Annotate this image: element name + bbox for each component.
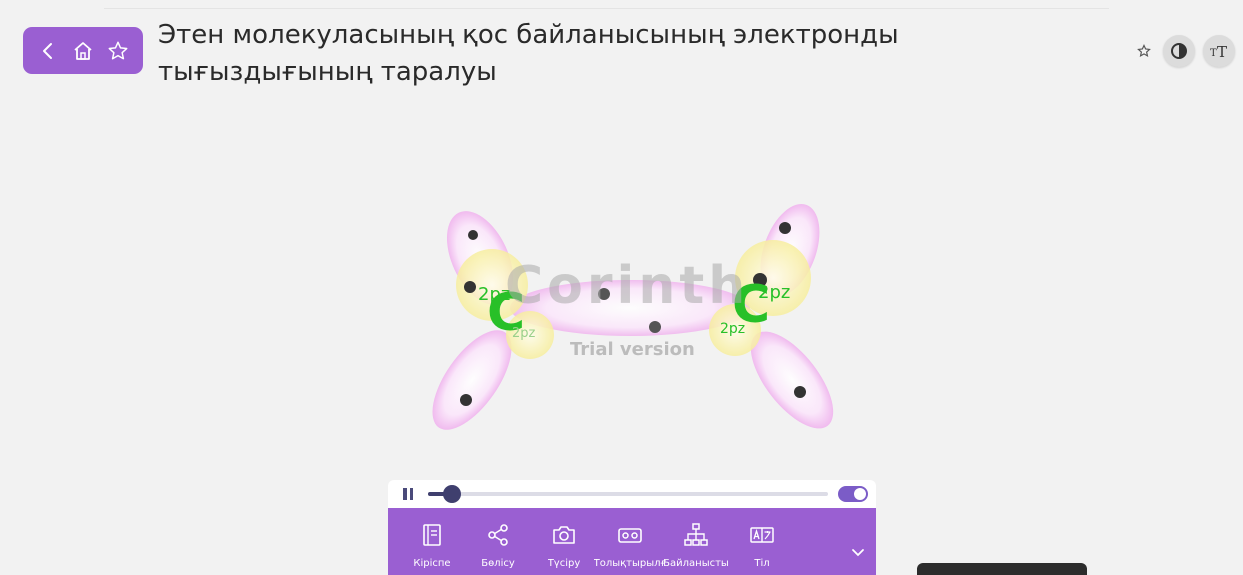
back-button[interactable] xyxy=(34,37,62,65)
svg-text:T: T xyxy=(1217,43,1227,61)
camera-icon xyxy=(553,526,575,544)
header-actions: TT xyxy=(1133,35,1235,67)
home-icon xyxy=(74,41,92,60)
bookmark-button[interactable] xyxy=(1133,40,1155,62)
contrast-button[interactable] xyxy=(1163,35,1195,67)
progress-handle[interactable] xyxy=(443,485,461,503)
watermark: Corinth xyxy=(505,256,750,316)
orbital-label: 2pz xyxy=(720,321,745,337)
toolbar-related-button[interactable]: Байланысты xyxy=(663,508,729,569)
trial-version-label: Trial version xyxy=(570,339,695,360)
orbital-label: 2pz xyxy=(512,326,536,341)
electron xyxy=(460,394,472,406)
chevron-down-icon xyxy=(852,549,864,557)
pause-icon xyxy=(409,488,413,500)
toolbar-label: Байланысты xyxy=(663,558,729,569)
orbital-label: 2pz xyxy=(758,282,790,303)
electron xyxy=(794,386,806,398)
pause-button[interactable] xyxy=(403,488,413,500)
toolbar-ar-button[interactable]: Толықтырылғ xyxy=(594,508,666,569)
star-icon xyxy=(108,41,128,59)
text-size-icon: TT xyxy=(1210,43,1227,61)
nav-pill xyxy=(23,27,143,74)
electron xyxy=(649,321,661,333)
loop-toggle[interactable] xyxy=(838,486,868,502)
contrast-icon xyxy=(1171,43,1187,59)
star-icon xyxy=(1137,44,1151,58)
toolbar-share-button[interactable]: Бөлісу xyxy=(468,508,528,569)
favorite-button[interactable] xyxy=(104,37,132,65)
electron xyxy=(468,230,478,240)
toolbar-label: Бөлісу xyxy=(481,558,515,569)
electron xyxy=(464,281,476,293)
toolbar-expand-button[interactable] xyxy=(848,542,868,562)
toolbar-label: Кіріспе xyxy=(413,558,451,569)
toolbar-label: Түсіру xyxy=(547,558,581,569)
toolbar-intro-button[interactable]: Кіріспе xyxy=(402,508,462,569)
overlay-panel-edge xyxy=(917,563,1087,575)
toolbar-capture-button[interactable]: Түсіру xyxy=(534,508,594,569)
progress-slider[interactable] xyxy=(428,485,828,503)
share-icon xyxy=(488,524,508,546)
page-title: Этен молекуласының қос байланысының элек… xyxy=(158,20,899,87)
svg-text:T: T xyxy=(1210,48,1217,59)
home-button[interactable] xyxy=(69,37,97,65)
back-icon xyxy=(43,42,53,59)
pause-icon xyxy=(403,488,407,500)
electron xyxy=(779,222,791,234)
toolbar-label: Толықтырылғ xyxy=(593,558,667,569)
toolbar-language-button[interactable]: Тіл xyxy=(732,508,792,569)
animation-player xyxy=(388,480,876,508)
toolbar-label: Тіл xyxy=(754,558,770,569)
top-divider xyxy=(104,8,1109,9)
ethene-molecule-view[interactable]: C C 2pz 2pz 2pz 2pz xyxy=(380,190,880,450)
vr-icon xyxy=(618,528,642,543)
text-size-button[interactable]: TT xyxy=(1203,35,1235,67)
language-icon xyxy=(750,527,774,543)
bottom-toolbar: Кіріспе Бөлісу Түсіру Толықтырылғ Байлан… xyxy=(388,508,876,575)
book-icon xyxy=(423,524,441,546)
hierarchy-icon xyxy=(684,523,708,546)
